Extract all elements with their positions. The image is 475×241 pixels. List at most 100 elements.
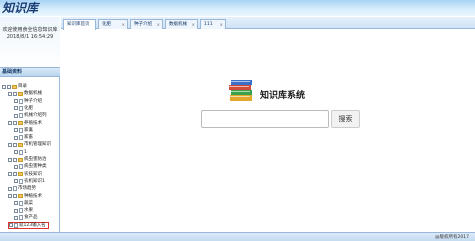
tree-node[interactable]: 化肥 <box>14 105 33 112</box>
panel-title[interactable]: 基础资料 <box>0 67 60 77</box>
checkbox[interactable] <box>14 208 18 213</box>
checkbox[interactable] <box>9 223 13 228</box>
file-icon <box>19 149 23 155</box>
welcome-panel: 欢迎使用食全信息知识库 2018/8/1 16:54:29 <box>0 17 60 67</box>
tree-node-label: 蔬菜 <box>24 200 33 206</box>
collapse-icon[interactable] <box>13 194 17 198</box>
tab-label: 111 <box>204 22 213 27</box>
file-icon <box>19 215 23 221</box>
tree-node-label: 种子介绍 <box>24 98 42 104</box>
folder-icon <box>12 84 17 89</box>
file-icon <box>19 98 23 104</box>
checkbox[interactable] <box>14 99 18 104</box>
footer: @版权所有2017 <box>0 232 475 241</box>
tree-node[interactable]: 水果 <box>14 207 33 214</box>
tree-node[interactable]: 家禽 <box>14 127 33 134</box>
tree-node-label: 市场趋势 <box>18 186 36 192</box>
tree-node-label: 机械介绍列 <box>24 113 47 119</box>
tree-node[interactable]: 市机管理知识 <box>8 141 51 148</box>
tree-node[interactable]: 蔬菜 <box>14 200 33 207</box>
tree-node-label: 数据机械 <box>24 91 42 97</box>
tree-node[interactable]: 种植技术 <box>8 193 42 200</box>
checkbox[interactable] <box>14 150 18 155</box>
close-icon[interactable]: × <box>157 20 160 29</box>
checkbox[interactable] <box>14 164 18 169</box>
checkbox[interactable] <box>14 179 18 184</box>
tree-node-label: 家畜 <box>24 135 33 141</box>
close-icon[interactable]: × <box>220 20 223 29</box>
books-logo-icon <box>229 80 252 101</box>
tree-node-label: 农机知识1 <box>24 178 45 184</box>
collapse-icon[interactable] <box>13 142 17 147</box>
tree-node[interactable]: 种子介绍 <box>14 98 42 105</box>
file-icon <box>19 200 23 206</box>
checkbox[interactable] <box>2 84 6 89</box>
checkbox[interactable] <box>8 142 12 147</box>
tree-node-label: 病虫害防治 <box>24 157 47 162</box>
checkbox[interactable] <box>14 215 18 220</box>
checkbox[interactable] <box>14 106 18 111</box>
search-button[interactable]: 搜索 <box>331 110 360 128</box>
file-icon <box>19 164 23 170</box>
main-content <box>61 30 475 232</box>
file-icon <box>19 178 23 184</box>
tab[interactable]: 数据机械 × <box>165 19 198 29</box>
collapse-icon[interactable] <box>13 91 17 96</box>
tree-node[interactable]: 农机知识1 <box>14 178 45 185</box>
tree-node[interactable]: 病虫害种类 <box>14 163 47 170</box>
checkbox[interactable] <box>8 121 12 125</box>
checkbox[interactable] <box>8 194 12 198</box>
close-icon[interactable]: × <box>192 20 195 29</box>
close-icon[interactable]: × <box>122 20 125 29</box>
tree-node[interactable]: 机械介绍列 <box>14 112 47 119</box>
file-icon <box>14 222 18 228</box>
collapse-icon[interactable] <box>13 172 17 177</box>
file-icon <box>13 186 17 192</box>
checkbox[interactable] <box>14 201 18 206</box>
checkbox[interactable] <box>8 186 12 191</box>
tree-node-label: 市机管理知识 <box>24 142 51 148</box>
tree-node-label: 病虫害种类 <box>24 164 47 170</box>
tab-label: 知识库首页 <box>67 22 90 27</box>
tree-node-label: 1 <box>24 149 27 155</box>
search-input[interactable] <box>201 110 329 128</box>
collapse-icon[interactable] <box>13 157 17 162</box>
tab-bar: 知识库首页 化肥 × 种子介绍 × 数据机械 × 111 × <box>61 17 475 30</box>
tree-node-label: 种植技术 <box>24 193 42 199</box>
tree-node[interactable]: 1 <box>14 149 27 156</box>
folder-icon <box>18 172 23 177</box>
tab[interactable]: 种子介绍 × <box>130 19 163 29</box>
folder-icon <box>18 194 23 198</box>
login-timestamp: 2018/8/1 16:54:29 <box>6 34 54 40</box>
file-icon <box>19 127 23 133</box>
tree-node[interactable]: 家畜 <box>14 134 33 141</box>
tree-node[interactable]: 养殖技术 <box>8 120 42 127</box>
tab-label: 数据机械 <box>169 22 187 27</box>
checkbox[interactable] <box>14 128 18 133</box>
collapse-icon[interactable] <box>7 84 11 89</box>
file-icon <box>19 208 23 214</box>
tree-node[interactable]: 就123输入名 <box>8 221 49 229</box>
file-icon <box>19 113 23 119</box>
app-header: 知识库 <box>0 0 475 16</box>
app-logo: 知识库 <box>2 1 39 15</box>
checkbox[interactable] <box>8 172 12 177</box>
folder-icon <box>18 157 23 162</box>
tree-node-label: 养殖技术 <box>24 120 42 126</box>
checkbox[interactable] <box>14 135 18 140</box>
tree-node[interactable]: 数据机械 <box>8 90 42 97</box>
tree-node[interactable]: 农技知识 <box>8 171 42 178</box>
tree-node[interactable]: 食产品 <box>14 214 38 221</box>
tree-node-label: 就123输入名 <box>19 222 46 228</box>
checkbox[interactable] <box>8 157 12 162</box>
tab[interactable]: 知识库首页 <box>63 19 96 30</box>
folder-icon <box>18 91 23 96</box>
tree-node[interactable]: 市场趋势 <box>8 185 36 192</box>
checkbox[interactable] <box>14 113 18 118</box>
tree-node[interactable]: 病虫害防治 <box>8 156 47 163</box>
collapse-icon[interactable] <box>13 121 17 125</box>
tab[interactable]: 111 × <box>200 19 226 29</box>
checkbox[interactable] <box>8 91 12 96</box>
tab[interactable]: 化肥 × <box>98 19 128 29</box>
tree-node[interactable]: 目录 <box>2 83 27 90</box>
